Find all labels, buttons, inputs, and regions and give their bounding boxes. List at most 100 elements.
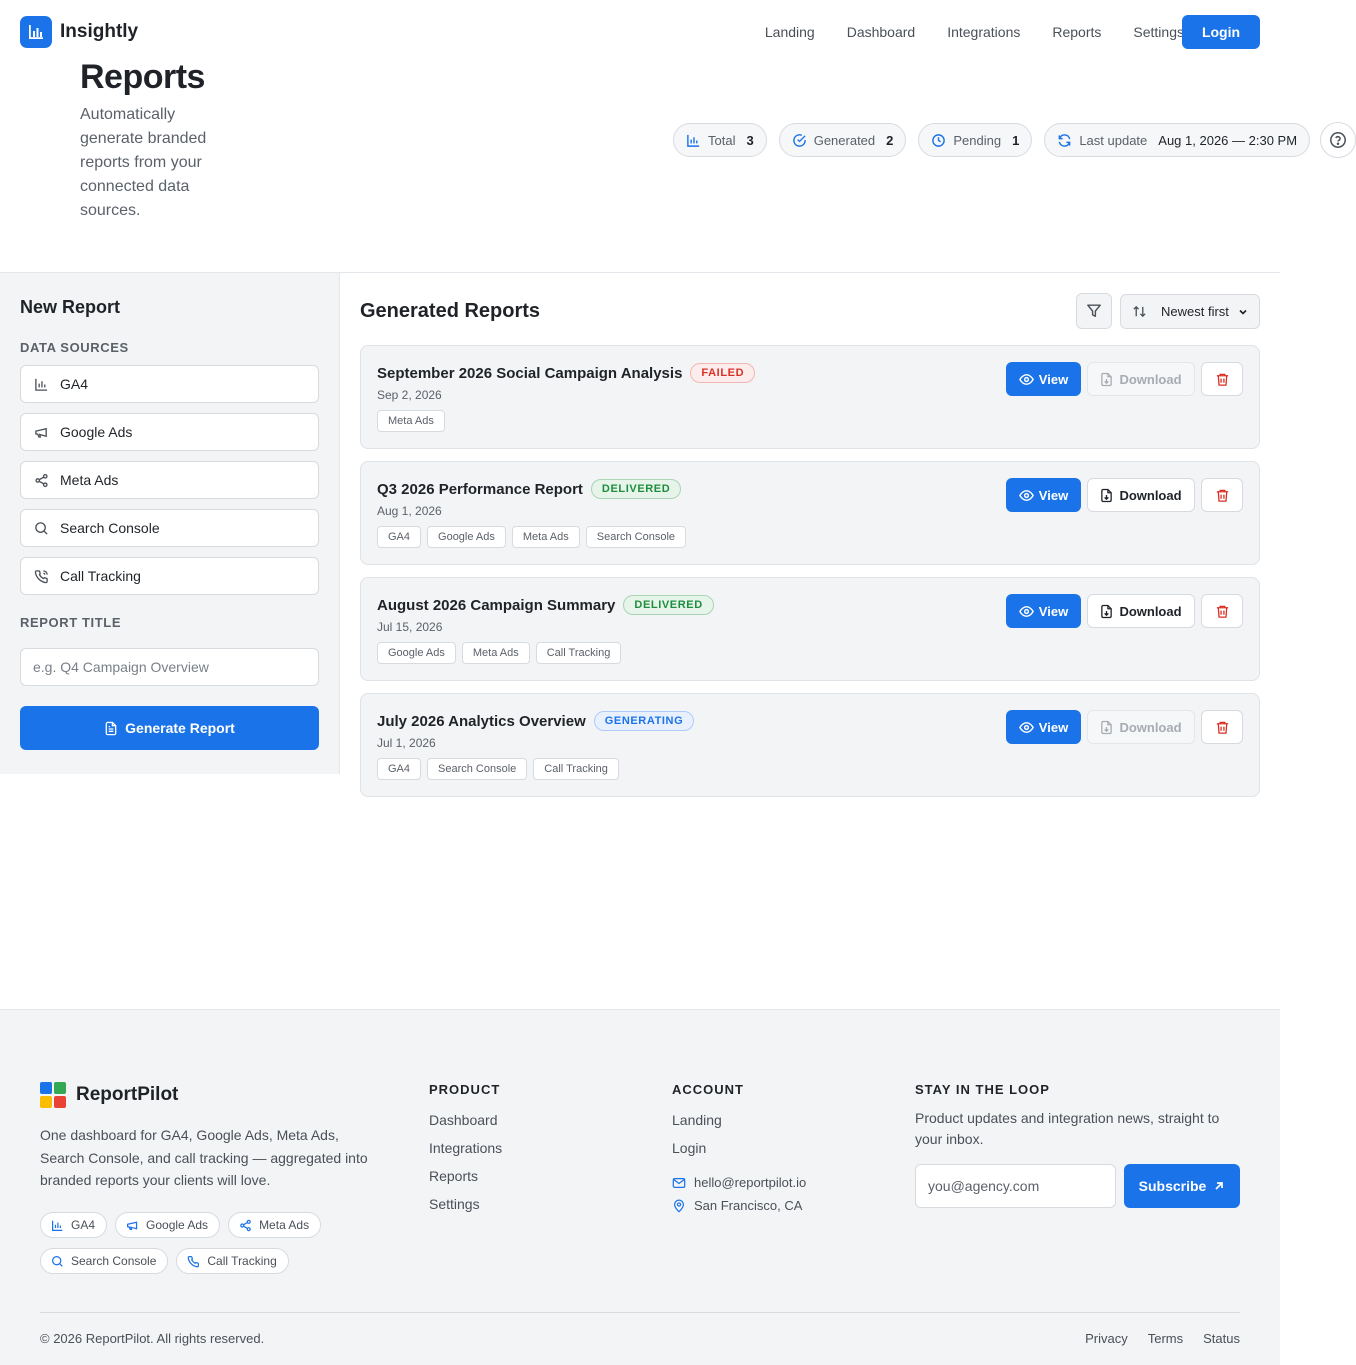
footer-link-privacy[interactable]: Privacy: [1085, 1331, 1128, 1346]
status-badge: FAILED: [690, 363, 756, 383]
check-circle-icon: [792, 133, 807, 148]
source-tag: Search Console: [427, 758, 528, 780]
copyright: © 2026 ReportPilot. All rights reserved.: [40, 1331, 265, 1346]
delete-button[interactable]: [1201, 710, 1243, 744]
footer-divider: [40, 1312, 1240, 1313]
grid-logo-icon: [40, 1082, 66, 1108]
filter-icon: [1086, 303, 1102, 319]
file-download-icon: [1100, 488, 1113, 503]
delete-button[interactable]: [1201, 362, 1243, 396]
search-icon: [51, 1255, 64, 1268]
source-google-ads[interactable]: Google Ads: [20, 413, 319, 451]
integration-chip: Meta Ads: [228, 1212, 322, 1238]
source-tag: Call Tracking: [533, 758, 619, 780]
help-circle-icon: [1329, 131, 1347, 149]
share-icon: [239, 1219, 252, 1232]
footer-link-login[interactable]: Login: [672, 1140, 706, 1156]
source-ga4[interactable]: GA4: [20, 365, 319, 403]
sort-arrows-icon: [1132, 304, 1147, 319]
bar-chart-icon: [34, 377, 49, 392]
trash-icon: [1215, 604, 1230, 619]
report-title-input[interactable]: [20, 648, 319, 686]
share-icon: [34, 473, 49, 488]
filter-button[interactable]: [1076, 293, 1112, 329]
chip-label: Search Console: [71, 1254, 157, 1268]
report-date: Aug 1, 2026: [377, 504, 442, 518]
view-button[interactable]: View: [1006, 362, 1081, 396]
delete-button[interactable]: [1201, 594, 1243, 628]
report-actions: View Download: [1006, 710, 1243, 744]
download-button[interactable]: Download: [1087, 710, 1195, 744]
nav-landing[interactable]: Landing: [765, 15, 815, 49]
nav-settings[interactable]: Settings: [1133, 15, 1184, 49]
mail-icon: [672, 1176, 686, 1190]
megaphone-icon: [126, 1219, 139, 1232]
footer-link-settings[interactable]: Settings: [429, 1196, 480, 1212]
footer-link-dashboard[interactable]: Dashboard: [429, 1112, 498, 1128]
download-button[interactable]: Download: [1087, 362, 1195, 396]
nav-dashboard[interactable]: Dashboard: [847, 15, 916, 49]
status-badge: DELIVERED: [623, 595, 714, 615]
nav-reports[interactable]: Reports: [1052, 15, 1101, 49]
source-tag: Meta Ads: [511, 526, 580, 548]
source-call-tracking[interactable]: Call Tracking: [20, 557, 319, 595]
source-label: Call Tracking: [60, 568, 141, 584]
stat-pending: Pending 1: [918, 123, 1033, 157]
report-actions: View Download: [1006, 362, 1243, 396]
main-nav: Landing Dashboard Integrations Reports S…: [733, 15, 1184, 49]
generated-reports-title: Generated Reports: [360, 300, 541, 322]
footer-integration-chips: GA4 Google Ads Meta Ads Search Console Call …: [40, 1212, 340, 1274]
report-title: August 2026 Campaign Summary: [377, 596, 616, 614]
download-label: Download: [1119, 603, 1182, 619]
bar-chart-icon: [686, 133, 701, 148]
stat-pending-value: 1: [1012, 132, 1020, 148]
brand-name: Insightly: [60, 21, 139, 42]
nav-integrations[interactable]: Integrations: [947, 15, 1020, 49]
footer-link-integrations[interactable]: Integrations: [429, 1140, 502, 1156]
footer-link-reports[interactable]: Reports: [429, 1168, 478, 1184]
login-button[interactable]: Login: [1182, 15, 1260, 49]
view-button[interactable]: View: [1006, 478, 1081, 512]
help-button[interactable]: [1320, 122, 1356, 158]
chevron-down-icon: [1237, 306, 1249, 318]
stat-total-label: Total: [708, 132, 736, 148]
chip-label: Meta Ads: [259, 1218, 310, 1232]
report-card-header: August 2026 Campaign Summary DELIVERED: [377, 595, 714, 615]
phone-icon: [34, 569, 49, 584]
view-label: View: [1038, 719, 1069, 735]
footer-location: San Francisco, CA: [672, 1198, 802, 1213]
footer-product-title: PRODUCT: [429, 1082, 501, 1097]
file-download-icon: [1100, 604, 1113, 619]
report-card-header: July 2026 Analytics Overview GENERATING: [377, 711, 695, 731]
source-search-console[interactable]: Search Console: [20, 509, 319, 547]
subscribe-button[interactable]: Subscribe: [1124, 1164, 1240, 1208]
footer-email[interactable]: hello@reportpilot.io: [672, 1175, 806, 1190]
footer-link-status[interactable]: Status: [1203, 1331, 1240, 1346]
integration-chip: Google Ads: [115, 1212, 221, 1238]
generate-report-button[interactable]: Generate Report: [20, 706, 319, 750]
footer-location-text: San Francisco, CA: [694, 1198, 803, 1213]
view-button[interactable]: View: [1006, 710, 1081, 744]
download-button[interactable]: Download: [1087, 478, 1195, 512]
sort-select[interactable]: Newest first: [1120, 294, 1260, 329]
footer-brand[interactable]: ReportPilot: [40, 1082, 178, 1108]
legal-links: Privacy Terms Status: [1085, 1331, 1240, 1346]
footer-link-landing[interactable]: Landing: [672, 1112, 722, 1128]
download-button[interactable]: Download: [1087, 594, 1195, 628]
footer-loop-description: Product updates and integration news, st…: [915, 1110, 1220, 1147]
delete-button[interactable]: [1201, 478, 1243, 512]
stat-last-update-label: Last update: [1079, 132, 1148, 148]
eye-icon: [1018, 488, 1034, 503]
view-button[interactable]: View: [1006, 594, 1081, 628]
source-meta-ads[interactable]: Meta Ads: [20, 461, 319, 499]
download-label: Download: [1119, 371, 1182, 387]
sort-label: Newest first: [1161, 304, 1229, 319]
integration-chip: GA4: [40, 1212, 108, 1238]
report-card-header: Q3 2026 Performance Report DELIVERED: [377, 479, 682, 499]
source-tag: GA4: [377, 758, 422, 780]
footer-link-terms[interactable]: Terms: [1148, 1331, 1183, 1346]
file-text-icon: [104, 721, 118, 736]
newsletter-email-input[interactable]: [915, 1164, 1116, 1208]
view-label: View: [1038, 487, 1069, 503]
brand[interactable]: Insightly: [20, 16, 138, 48]
